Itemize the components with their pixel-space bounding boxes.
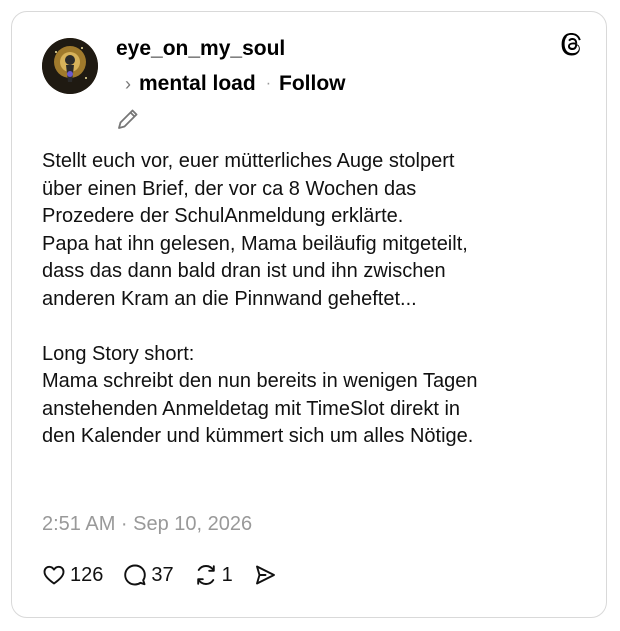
repost-button[interactable]: 1 — [194, 563, 233, 587]
separator-dot: · — [265, 75, 272, 92]
share-button[interactable] — [253, 563, 281, 587]
comment-icon — [124, 564, 147, 586]
avatar[interactable] — [42, 38, 98, 94]
heart-icon — [43, 565, 65, 585]
chevron-right-icon: › — [125, 73, 131, 94]
like-count: 126 — [70, 563, 104, 586]
follow-button[interactable]: Follow — [279, 72, 346, 96]
repost-icon — [196, 565, 215, 585]
topic-row: › mental load · Follow — [125, 72, 346, 96]
reply-count: 37 — [151, 563, 174, 586]
send-icon — [255, 565, 275, 585]
threads-logo-icon[interactable] — [558, 30, 586, 58]
action-bar: 126 37 1 — [42, 563, 301, 587]
repost-count: 1 — [221, 563, 233, 586]
username[interactable]: eye_on_my_soul — [116, 37, 285, 61]
timestamp[interactable]: 2:51 AM · Sep 10, 2026 — [42, 513, 252, 536]
reply-button[interactable]: 37 — [123, 563, 174, 587]
like-button[interactable]: 126 — [42, 563, 103, 587]
post-body: Stellt euch vor, euer mütterliches Auge … — [42, 150, 478, 447]
pencil-icon[interactable] — [115, 106, 141, 132]
topic-tag[interactable]: mental load — [139, 72, 256, 96]
